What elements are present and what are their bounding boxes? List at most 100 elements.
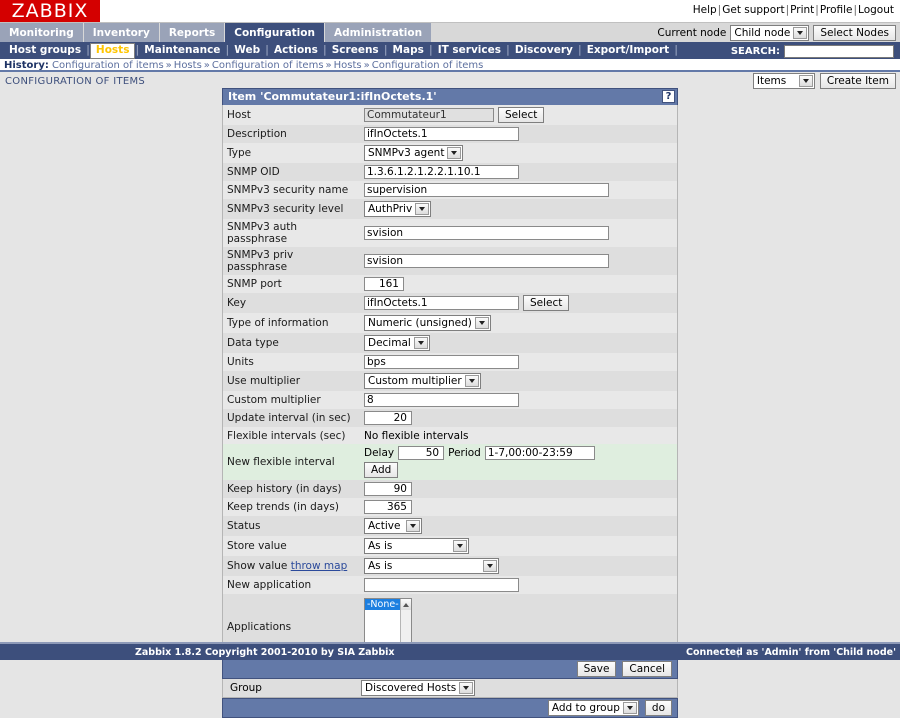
submenu-export-import[interactable]: Export/Import: [582, 44, 674, 56]
print-link[interactable]: Print: [790, 4, 814, 16]
submenu-maintenance[interactable]: Maintenance: [139, 44, 225, 56]
throw-map-link[interactable]: throw map: [291, 560, 348, 572]
current-node-value: Child node: [734, 27, 790, 39]
item-form-panel: Item 'Commutateur1:ifInOctets.1' ? Host …: [222, 88, 678, 718]
auth-passphrase-field[interactable]: [364, 226, 609, 240]
type-label: Type: [223, 143, 360, 163]
cancel-button[interactable]: Cancel: [622, 661, 672, 677]
delay-label: Delay: [364, 447, 394, 459]
save-button[interactable]: Save: [577, 661, 617, 677]
current-node-area: Current node Child node Select Nodes: [657, 25, 896, 41]
show-value-label: Show value: [227, 560, 287, 572]
key-field[interactable]: [364, 296, 519, 310]
form-row-new-flexible-interval: New flexible interval Delay Period Add: [223, 444, 678, 480]
tab-monitoring[interactable]: Monitoring: [0, 23, 84, 43]
profile-link[interactable]: Profile: [820, 4, 853, 16]
breadcrumb-item-2[interactable]: Configuration of items: [212, 60, 324, 71]
form-row-description: Description: [223, 125, 678, 143]
submenu-maps[interactable]: Maps: [388, 44, 429, 56]
help-link[interactable]: Help: [693, 4, 717, 16]
search-input[interactable]: [784, 45, 894, 58]
select-nodes-button[interactable]: Select Nodes: [813, 25, 896, 41]
type-of-information-select[interactable]: Numeric (unsigned): [364, 315, 491, 331]
breadcrumb-separator: »: [164, 60, 174, 71]
host-select-button[interactable]: Select: [498, 107, 544, 123]
get-support-link[interactable]: Get support: [722, 4, 784, 16]
form-row-use-multiplier: Use multiplier Custom multiplier: [223, 371, 678, 391]
tab-configuration[interactable]: Configuration: [225, 23, 325, 43]
store-value-value: As is: [368, 540, 392, 552]
custom-multiplier-label: Custom multiplier: [223, 391, 360, 409]
snmp-oid-field[interactable]: [364, 165, 519, 179]
add-to-group-value: Add to group: [552, 702, 620, 714]
update-interval-label: Update interval (in sec): [223, 409, 360, 427]
delay-field[interactable]: [398, 446, 444, 460]
footer-copyright: Zabbix 1.8.2 Copyright 2001-2010 by SIA …: [135, 644, 395, 662]
group-select[interactable]: Discovered Hosts: [361, 680, 475, 696]
description-field[interactable]: [364, 127, 519, 141]
form-row-units: Units: [223, 353, 678, 371]
submenu-host-groups[interactable]: Host groups: [4, 44, 86, 56]
period-label: Period: [448, 447, 481, 459]
submenu-web[interactable]: Web: [229, 44, 265, 56]
submenu-it-services[interactable]: IT services: [433, 44, 506, 56]
form-row-auth-passphrase: SNMPv3 auth passphrase: [223, 219, 678, 247]
breadcrumb-item-0[interactable]: Configuration of items: [52, 60, 164, 71]
form-row-keep-trends: Keep trends (in days): [223, 498, 678, 516]
keep-trends-label: Keep trends (in days): [223, 498, 360, 516]
tab-reports[interactable]: Reports: [160, 23, 225, 43]
scroll-up-icon[interactable]: [401, 599, 411, 610]
period-field[interactable]: [485, 446, 595, 460]
show-value-select[interactable]: As is: [364, 558, 499, 574]
chevron-down-icon: [483, 560, 497, 572]
breadcrumb: History: Configuration of items»Hosts»Co…: [0, 59, 900, 72]
main-menu-bar: Monitoring Inventory Reports Configurati…: [0, 22, 900, 42]
custom-multiplier-field[interactable]: [364, 393, 519, 407]
priv-passphrase-field[interactable]: [364, 254, 609, 268]
security-name-field[interactable]: [364, 183, 609, 197]
show-value-value: As is: [368, 560, 392, 572]
update-interval-field[interactable]: [364, 411, 412, 425]
submenu-hosts[interactable]: Hosts: [90, 43, 136, 59]
sub-menu-bar: Host groups|Hosts|Maintenance|Web|Action…: [0, 42, 900, 59]
top-bar: ZABBIX Help|Get support|Print|Profile|Lo…: [0, 0, 900, 22]
keep-trends-field[interactable]: [364, 500, 412, 514]
add-flexible-interval-button[interactable]: Add: [364, 462, 398, 478]
units-field[interactable]: [364, 355, 519, 369]
submenu-discovery[interactable]: Discovery: [510, 44, 578, 56]
data-type-label: Data type: [223, 333, 360, 353]
flexible-intervals-label: Flexible intervals (sec): [223, 427, 360, 444]
breadcrumb-item-3[interactable]: Hosts: [334, 60, 362, 71]
current-node-select[interactable]: Child node: [730, 25, 809, 41]
form-row-keep-history: Keep history (in days): [223, 480, 678, 498]
use-multiplier-select[interactable]: Custom multiplier: [364, 373, 481, 389]
status-select[interactable]: Active: [364, 518, 422, 534]
store-value-select[interactable]: As is: [364, 538, 469, 554]
submenu-actions[interactable]: Actions: [269, 44, 323, 56]
breadcrumb-item-4[interactable]: Configuration of items: [372, 60, 484, 71]
tab-inventory[interactable]: Inventory: [84, 23, 160, 43]
item-form-table: Host Select Description Type SNMPv3 agen…: [222, 105, 678, 659]
tab-administration[interactable]: Administration: [325, 23, 432, 43]
submenu-screens[interactable]: Screens: [327, 44, 384, 56]
data-type-select[interactable]: Decimal: [364, 335, 430, 351]
do-button[interactable]: do: [645, 700, 672, 716]
new-application-field[interactable]: [364, 578, 519, 592]
view-selector[interactable]: Items: [753, 73, 815, 89]
snmp-port-field[interactable]: [364, 277, 404, 291]
breadcrumb-item-1[interactable]: Hosts: [174, 60, 202, 71]
logout-link[interactable]: Logout: [858, 4, 894, 16]
create-item-button[interactable]: Create Item: [820, 73, 896, 89]
add-to-group-select[interactable]: Add to group: [548, 700, 639, 716]
chevron-down-icon: [447, 147, 461, 159]
top-links: Help|Get support|Print|Profile|Logout: [693, 4, 894, 16]
type-select[interactable]: SNMPv3 agent: [364, 145, 463, 161]
help-icon[interactable]: ?: [662, 90, 675, 103]
form-row-update-interval: Update interval (in sec): [223, 409, 678, 427]
store-value-label: Store value: [223, 536, 360, 556]
form-row-status: Status Active: [223, 516, 678, 536]
security-level-select[interactable]: AuthPriv: [364, 201, 431, 217]
security-name-label: SNMPv3 security name: [223, 181, 360, 199]
keep-history-field[interactable]: [364, 482, 412, 496]
key-select-button[interactable]: Select: [523, 295, 569, 311]
